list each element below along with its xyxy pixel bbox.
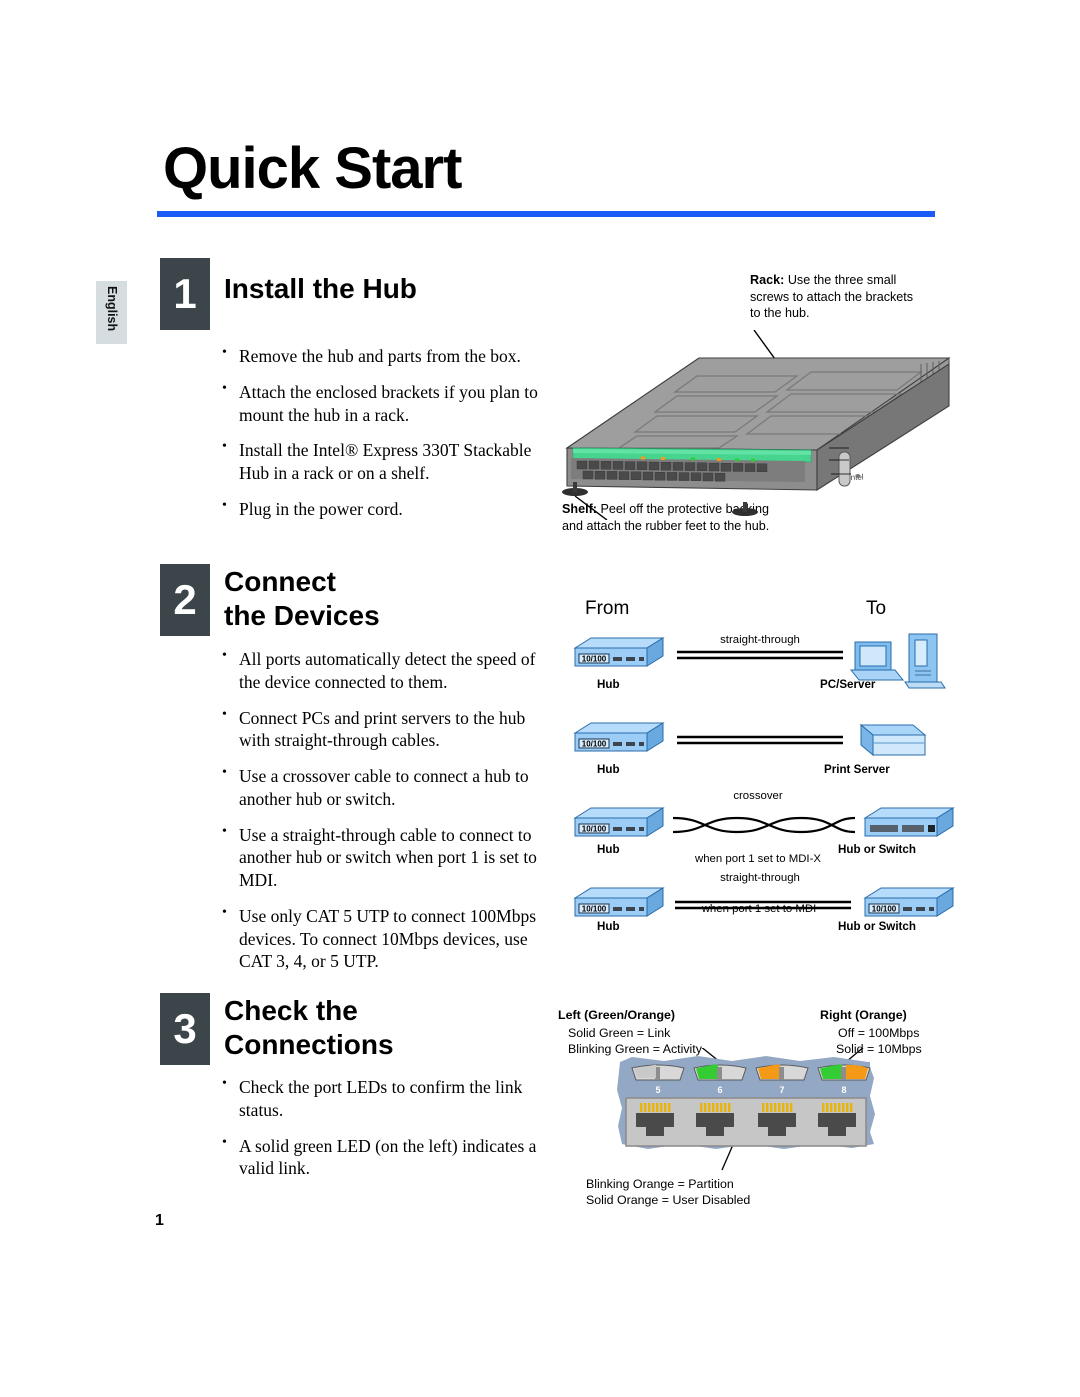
step-title-2: Connect the Devices: [224, 565, 380, 633]
page-number: 1: [155, 1212, 164, 1229]
rj45-port-block-illustration: 5 6 7 8: [617, 1048, 875, 1171]
led-bottom-line-1: Blinking Orange = Partition: [586, 1177, 734, 1191]
list-item: Attach the enclosed brackets if you plan…: [220, 380, 540, 427]
list-item: Use only CAT 5 UTP to connect 100Mbps de…: [220, 904, 542, 973]
rack-callout: Rack: Use the three small screws to atta…: [750, 272, 925, 322]
step-3-bullets: Check the port LEDs to confirm the link …: [220, 1075, 540, 1193]
diagram-from-header: From: [585, 598, 630, 619]
device-label-from-2: Hub: [597, 763, 620, 776]
hub-switch-icon-3: [863, 807, 955, 837]
cable-label-1: straight-through: [720, 634, 800, 646]
svg-text:7: 7: [779, 1085, 784, 1095]
device-label-from-3: Hub: [597, 843, 620, 856]
device-label-to-3: Hub or Switch: [838, 843, 916, 856]
step-title-2-line2: the Devices: [224, 600, 380, 632]
server-icon: [904, 633, 946, 689]
cable-crossover-3: [672, 816, 856, 834]
device-label-from-4: Hub: [597, 920, 620, 933]
hub-3d-illustration: intel: [562, 330, 951, 520]
svg-text:10/100: 10/100: [582, 655, 607, 664]
connection-row-2: 10/100: [565, 715, 965, 793]
step-title-3: Check the Connections: [224, 994, 394, 1062]
step-number-3: 3: [160, 993, 210, 1065]
list-item: All ports automatically detect the speed…: [220, 647, 542, 694]
list-item: Use a straight-through cable to connect …: [220, 822, 542, 892]
step-title-1: Install the Hub: [224, 273, 417, 304]
led-left-line-1: Solid Green = Link: [568, 1026, 671, 1040]
step-number-1: 1: [160, 258, 210, 330]
svg-text:10/100: 10/100: [872, 905, 897, 914]
hub-icon-1: 10/100: [573, 637, 665, 667]
step-title-3-line2: Connections: [224, 1029, 394, 1061]
svg-text:8: 8: [841, 1085, 846, 1095]
device-label-to-1: PC/Server: [820, 678, 876, 691]
cable-label-4: straight-through: [720, 872, 800, 884]
intel-logo-text: intel: [849, 472, 864, 482]
svg-text:10/100: 10/100: [582, 740, 607, 749]
led-right-line-1: Off = 100Mbps: [838, 1026, 920, 1040]
list-item: Remove the hub and parts from the box.: [220, 344, 540, 368]
list-item: Install the Intel® Express 330T Stackabl…: [220, 438, 540, 485]
hub-icon-3: 10/100: [573, 807, 665, 837]
language-tab-english: English: [96, 281, 127, 344]
cable-label-3: crossover: [733, 790, 783, 802]
svg-text:5: 5: [655, 1085, 660, 1095]
hub-switch-icon-4: 10/100: [863, 887, 955, 917]
cable-straight-1: [677, 650, 843, 660]
connection-row-4: 10/100 10/100: [565, 880, 965, 958]
led-right-header: Right (Orange): [820, 1008, 907, 1022]
device-label-from-1: Hub: [597, 678, 620, 691]
connection-row-3: 10/100: [565, 800, 965, 878]
step-2-bullets: All ports automatically detect the speed…: [220, 647, 542, 986]
list-item: Use a crossover cable to connect a hub t…: [220, 764, 542, 811]
list-item: Check the port LEDs to confirm the link …: [220, 1075, 540, 1122]
step-title-2-line1: Connect: [224, 566, 336, 597]
cable-note-4: when port 1 set to MDI: [701, 903, 817, 915]
quick-start-page: Quick Start English 1 Install the Hub Re…: [0, 0, 1080, 1397]
hub-icon-2: 10/100: [573, 722, 665, 752]
device-label-to-4: Hub or Switch: [838, 920, 916, 933]
list-item: Connect PCs and print servers to the hub…: [220, 706, 542, 753]
svg-text:6: 6: [717, 1085, 722, 1095]
svg-text:10/100: 10/100: [582, 905, 607, 914]
step-title-3-line1: Check the: [224, 995, 358, 1026]
print-server-icon: [859, 723, 927, 757]
led-bottom-line-2: Solid Orange = User Disabled: [586, 1193, 751, 1207]
title-divider: [157, 211, 935, 217]
step-1-bullets: Remove the hub and parts from the box. A…: [220, 344, 540, 534]
svg-text:10/100: 10/100: [582, 825, 607, 834]
page-title: Quick Start: [163, 136, 462, 201]
rack-callout-label: Rack:: [750, 273, 785, 287]
cable-note-3: when port 1 set to MDI-X: [695, 853, 821, 865]
hub-icon-4: 10/100: [573, 887, 665, 917]
diagram-to-header: To: [866, 598, 887, 619]
led-left-header: Left (Green/Orange): [558, 1008, 676, 1022]
list-item: Plug in the power cord.: [220, 497, 540, 521]
device-label-to-2: Print Server: [824, 763, 890, 776]
step-number-2: 2: [160, 564, 210, 636]
cable-straight-2: [677, 735, 843, 745]
pc-icon: [849, 641, 905, 681]
language-tab-label: English: [105, 286, 119, 332]
list-item: A solid green LED (on the left) indicate…: [220, 1134, 540, 1181]
